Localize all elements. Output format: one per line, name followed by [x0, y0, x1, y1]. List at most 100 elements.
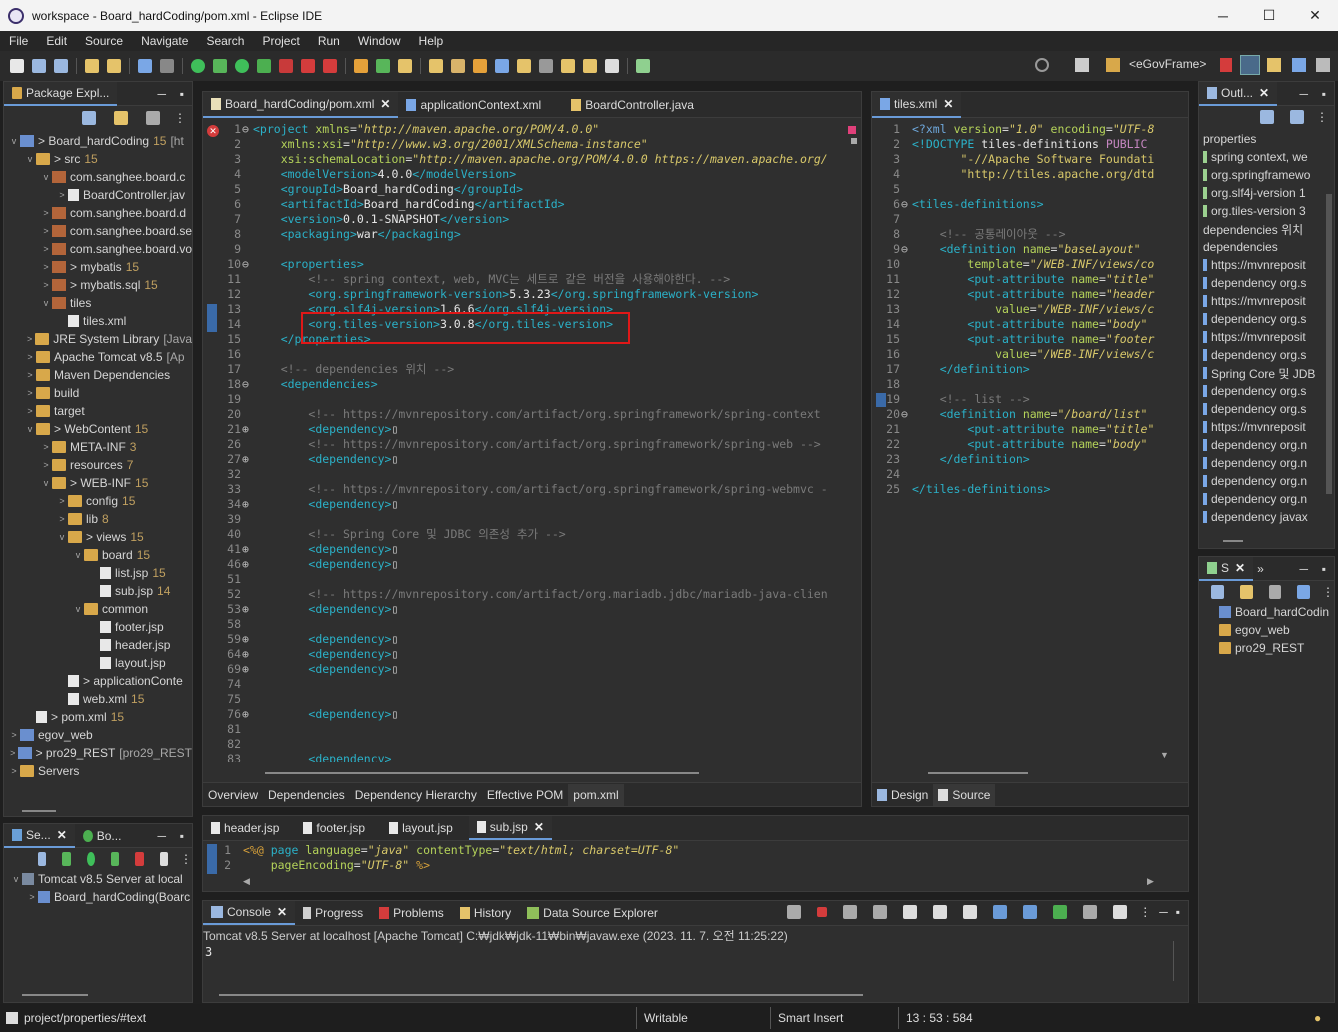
code-line[interactable]: xsi:schemaLocation="http://maven.apache.… — [253, 152, 828, 167]
outline-item[interactable]: Spring Core 및 JDB — [1199, 364, 1324, 382]
code-line[interactable]: <!-- https://mvnrepository.com/artifact/… — [253, 437, 820, 452]
new-project-icon[interactable] — [354, 59, 368, 73]
code-line[interactable]: <dependency> — [253, 752, 391, 762]
tree-item[interactable]: web.xml 15 — [4, 690, 192, 708]
tree-item[interactable]: > com.sanghee.board.d — [4, 204, 192, 222]
code-line[interactable]: <dependency>▯ — [253, 497, 398, 512]
code-line[interactable]: <dependency>▯ — [253, 452, 398, 467]
code-line[interactable]: <org.springframework-version>5.3.23</org… — [253, 287, 758, 302]
code-line[interactable]: <put-attribute name="title" — [912, 272, 1154, 287]
chevron-right-icon[interactable]: > — [56, 496, 68, 506]
outline-item[interactable]: dependency org.s — [1199, 400, 1324, 418]
tree-item-pro29-rest[interactable]: pro29_REST — [1199, 639, 1334, 657]
fold-expand-icon[interactable]: ⊕ — [242, 707, 252, 722]
maximize-view-icon[interactable]: ▪ — [1322, 562, 1326, 576]
tree-item[interactable]: > applicationConte — [4, 672, 192, 690]
chevron-right-icon[interactable]: > — [40, 460, 52, 470]
close-tab-icon[interactable]: ✕ — [943, 97, 953, 111]
tree-item[interactable]: v > Board_hardCoding 15 [ht — [4, 132, 192, 150]
chevron-right-icon[interactable]: > — [24, 352, 36, 362]
skip-breakpoints-icon[interactable] — [160, 59, 174, 73]
tree-item[interactable]: v > src 15 — [4, 150, 192, 168]
remove-all-icon[interactable] — [873, 905, 888, 919]
tree-item[interactable]: v com.sanghee.board.c — [4, 168, 192, 186]
start-server-icon[interactable] — [86, 852, 95, 866]
code-line[interactable]: <!-- 공통레이아웃 --> — [912, 227, 1066, 242]
terminal-icon[interactable] — [138, 59, 152, 73]
open-type-icon[interactable] — [398, 59, 412, 73]
tab-data-source-explorer[interactable]: Data Source Explorer — [519, 901, 666, 925]
code-line[interactable]: <!-- https://mvnrepository.com/artifact/… — [253, 482, 827, 497]
outline-item[interactable]: spring context, we — [1199, 148, 1324, 166]
tab-sub-jsp[interactable]: sub.jsp ✕ — [468, 816, 552, 840]
minimize-view-icon[interactable]: ─ — [1159, 905, 1168, 919]
code-line[interactable]: pageEncoding="UTF-8" %> — [243, 858, 430, 873]
tab-pom-source[interactable]: pom.xml — [568, 783, 624, 806]
fold-collapse-icon[interactable]: ⊖ — [242, 377, 252, 392]
scroll-left-icon[interactable]: ◀ — [243, 876, 250, 887]
chevron-down-icon[interactable]: v — [72, 550, 84, 560]
outline-item[interactable]: dependency org.s — [1199, 274, 1324, 292]
clear-console-icon[interactable] — [903, 905, 918, 919]
jee-perspective-icon[interactable] — [1240, 55, 1260, 75]
minimize-button[interactable]: ─ — [1200, 0, 1246, 31]
stop-server-icon[interactable] — [135, 852, 144, 866]
jsp-code-area[interactable]: 1 <%@ page language="java" contentType="t… — [191, 843, 1141, 875]
tab-footer-jsp[interactable]: footer.jsp — [295, 816, 373, 840]
next-annotation-icon[interactable] — [517, 59, 531, 73]
debug-server-icon[interactable] — [62, 852, 71, 866]
chevron-right-icon[interactable]: > — [56, 190, 68, 200]
debug-icon[interactable] — [213, 59, 227, 73]
code-line[interactable]: <modelVersion>4.0.0</modelVersion> — [253, 167, 516, 182]
tab-board-controller[interactable]: BoardController.java — [563, 92, 702, 118]
tab-tiles-xml[interactable]: tiles.xml ✕ — [872, 91, 962, 118]
tab-pom-xml[interactable]: Board_hardCoding/pom.xml ✕ — [203, 91, 399, 118]
tree-item[interactable]: > Maven Dependencies — [4, 366, 192, 384]
tree-item[interactable]: > lib 8 — [4, 510, 192, 528]
tree-item[interactable]: > target — [4, 402, 192, 420]
outline-item[interactable]: dependency org.n — [1199, 454, 1324, 472]
outline-item[interactable]: properties — [1199, 130, 1324, 148]
back-icon[interactable] — [583, 59, 597, 73]
new-icon[interactable] — [10, 59, 24, 73]
maximize-view-icon[interactable]: ▪ — [1322, 87, 1326, 101]
code-line[interactable]: </definition> — [912, 452, 1030, 467]
scroll-down-icon[interactable]: ▼ — [1160, 750, 1169, 760]
chevron-right-icon[interactable]: > — [40, 244, 52, 254]
sort-icon[interactable] — [1297, 585, 1310, 599]
tree-item-board-module[interactable]: > Board_hardCoding(Boarc — [4, 888, 192, 906]
code-line[interactable]: <dependencies> — [253, 377, 378, 392]
tab-package-explorer[interactable]: Package Expl... — [4, 81, 118, 106]
fold-collapse-icon[interactable]: ⊖ — [901, 242, 911, 257]
tree-item[interactable]: > > pro29_REST [pro29_REST — [4, 744, 192, 762]
chevron-right-icon[interactable]: > — [40, 226, 52, 236]
tree-item[interactable]: > pom.xml 15 — [4, 708, 192, 726]
code-line[interactable]: <?xml version="1.0" encoding="UTF-8 — [912, 122, 1154, 137]
code-line[interactable]: <dependency>▯ — [253, 602, 398, 617]
tab-source[interactable]: Source — [933, 783, 996, 806]
outline-item[interactable]: dependencies — [1199, 238, 1324, 256]
brush-icon[interactable] — [451, 59, 465, 73]
outline-item[interactable]: dependencies 위치 — [1199, 220, 1324, 238]
prev-annotation-icon[interactable] — [539, 59, 553, 73]
chevron-right-icon[interactable]: > — [40, 208, 52, 218]
code-line[interactable]: xmlns:xsi="http://www.w3.org/2001/XMLSch… — [253, 137, 648, 152]
fold-expand-icon[interactable]: ⊕ — [242, 602, 252, 617]
collapse-all-icon[interactable] — [82, 111, 96, 125]
code-line[interactable]: <!-- https://mvnrepository.com/artifact/… — [253, 407, 820, 422]
terminate-icon[interactable] — [817, 907, 828, 917]
filter-icon[interactable] — [1268, 585, 1282, 599]
outline-item[interactable]: org.tiles-version 3 — [1199, 202, 1324, 220]
menu-window[interactable]: Window — [349, 34, 410, 48]
tab-progress[interactable]: Progress — [295, 901, 371, 925]
code-line[interactable]: <packaging>war</packaging> — [253, 227, 461, 242]
code-line[interactable]: <put-attribute name="header — [912, 287, 1154, 302]
code-line[interactable]: <dependency>▯ — [253, 632, 398, 647]
outline-item[interactable]: https://mvnreposit — [1199, 328, 1324, 346]
code-line[interactable]: <dependency>▯ — [253, 422, 398, 437]
menu-search[interactable]: Search — [197, 34, 253, 48]
code-line[interactable]: <dependency>▯ — [253, 542, 398, 557]
tree-item[interactable]: > Servers — [4, 762, 192, 780]
stop-icon[interactable] — [301, 59, 315, 73]
chevron-right-icon[interactable]: > — [56, 514, 68, 524]
